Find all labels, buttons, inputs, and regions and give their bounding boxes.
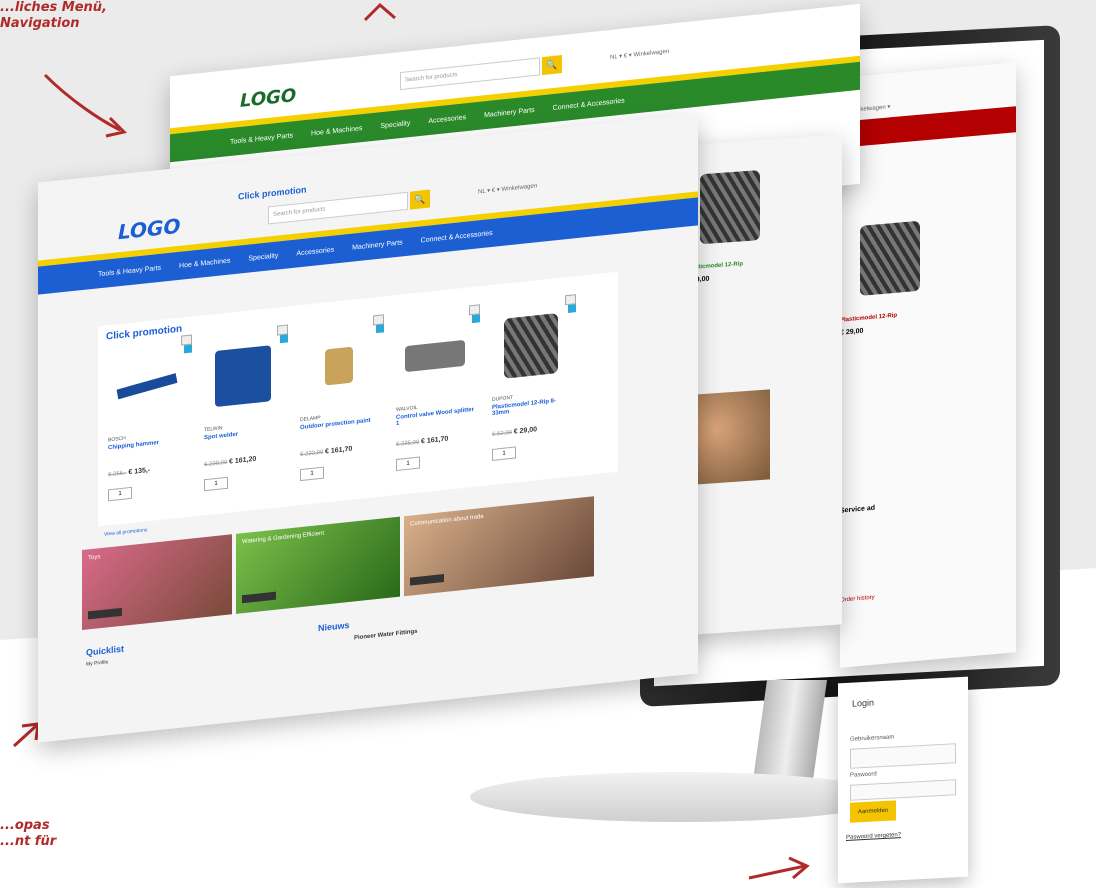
- product-price: € 52,00 € 29,00: [492, 426, 538, 438]
- quantity-stepper[interactable]: 1: [396, 456, 420, 472]
- product-card[interactable]: DELAMP Outdoor protection paint € 222,00…: [294, 314, 386, 492]
- nav-item[interactable]: Speciality: [380, 119, 410, 129]
- product-brand: DELAMP: [300, 414, 321, 424]
- view-all-link[interactable]: View all promotions: [104, 527, 147, 538]
- product-image[interactable]: [396, 317, 474, 395]
- quantity-stepper[interactable]: 1: [492, 446, 516, 461]
- product-card[interactable]: BOSCH Chipping hammer € 255,- € 135,- 1: [102, 334, 194, 512]
- nav-item[interactable]: Tools & Heavy Parts: [98, 264, 161, 278]
- logo[interactable]: LOGO: [118, 214, 180, 245]
- product-image[interactable]: [204, 337, 282, 415]
- product-image[interactable]: [492, 307, 570, 385]
- annotation-europe: ...opas ...nt für: [0, 818, 57, 849]
- banner-button[interactable]: [242, 591, 276, 604]
- product-price: € 229,00 € 161,20: [204, 455, 257, 469]
- nav-item[interactable]: Machinery Parts: [352, 239, 403, 251]
- logo[interactable]: LOGO: [240, 85, 296, 112]
- product-name[interactable]: Plasticmodel 12-Rip: [840, 313, 897, 324]
- quicklist-title: Quicklist: [86, 643, 125, 658]
- promotion-title: Click promotion: [106, 323, 183, 343]
- monitor-stand: [752, 680, 828, 780]
- nav-item[interactable]: Accessories: [296, 246, 334, 257]
- product-price: € 222,00 € 161,70: [300, 445, 353, 459]
- nav-item[interactable]: Accessories: [428, 114, 466, 125]
- product-image[interactable]: [108, 347, 186, 425]
- screen-mid: Plasticmodel 12-Rip € 29,00: [680, 134, 842, 636]
- product-price: € 225,00 € 161,70: [396, 435, 449, 449]
- nav-item[interactable]: Connect & Accessories: [421, 229, 493, 244]
- login-title: Login: [852, 697, 875, 709]
- search-input[interactable]: Search for products: [268, 191, 408, 225]
- product-brand: DUPONT: [492, 394, 514, 403]
- promotion-panel: Click promotion BOSCH Chipping hammer € …: [98, 271, 618, 527]
- arrow-icon: [363, 2, 396, 22]
- topbar[interactable]: NL ▾ € ▾ Winkelwagen: [610, 48, 669, 61]
- banner[interactable]: Toys: [82, 534, 232, 631]
- monitor-base: [470, 772, 890, 822]
- product-brand: BOSCH: [108, 435, 126, 444]
- login-button[interactable]: Aanmelden: [850, 800, 896, 823]
- product-card[interactable]: WALVOIL Control valve Wood splitter 1 € …: [390, 304, 482, 482]
- topbar[interactable]: NL ▾ € ▾ Winkelwagen: [478, 182, 537, 195]
- product-brand: WALVOIL: [396, 404, 418, 414]
- screen-red-theme: Winkelwagen ▾ Plasticmodel 12-Rip € 29,0…: [840, 62, 1016, 668]
- news-title: Nieuws: [318, 619, 350, 634]
- screen-blue-theme: Click promotion Search for products 🔍 NL…: [38, 113, 698, 743]
- quantity-stepper[interactable]: 1: [204, 476, 228, 492]
- banner[interactable]: Communication about trade: [404, 496, 594, 597]
- banner-title: Communication about trade: [410, 513, 484, 528]
- product-image: [860, 220, 920, 296]
- nav-item[interactable]: Tools & Heavy Parts: [230, 132, 293, 146]
- search-icon[interactable]: 🔍: [410, 189, 430, 210]
- product-image: [700, 170, 760, 245]
- banner-title: Toys: [88, 554, 101, 562]
- annotation-menu: ...liches Menü, Navigation: [0, 0, 107, 31]
- password-field[interactable]: [850, 779, 956, 801]
- arrow-icon: [43, 73, 127, 138]
- nav-item[interactable]: Connect & Accessories: [553, 97, 625, 112]
- password-label: Paswoord: [850, 771, 877, 779]
- news-item[interactable]: Pioneer Water Fittings: [354, 629, 417, 642]
- quicklist-item[interactable]: My Profile: [86, 659, 108, 667]
- product-card[interactable]: DUPONT Plasticmodel 12-Rip 8-33mm € 52,0…: [486, 294, 578, 472]
- arrow-icon: [748, 856, 810, 880]
- banner[interactable]: Watering & Gardening Efficient: [236, 516, 400, 614]
- order-history-link[interactable]: Order history: [840, 595, 875, 604]
- search-input[interactable]: Search for products: [400, 57, 540, 91]
- nav-bar: [840, 106, 1016, 148]
- search-icon[interactable]: 🔍: [542, 55, 562, 76]
- banner-title: Watering & Gardening Efficient: [242, 530, 325, 546]
- side-title: Service ad: [840, 504, 876, 515]
- product-card[interactable]: TELWIN Spot welder € 229,00 € 161,20 1: [198, 324, 290, 502]
- banner-button[interactable]: [410, 574, 444, 586]
- product-price: € 255,- € 135,-: [108, 466, 151, 479]
- username-field[interactable]: [850, 743, 956, 769]
- banner-button[interactable]: [88, 607, 122, 620]
- login-card: Login Gebruikersnaam Paswoord Aanmelden …: [838, 676, 968, 884]
- quantity-stepper[interactable]: 1: [300, 466, 324, 482]
- username-label: Gebruikersnaam: [850, 734, 895, 743]
- quantity-stepper[interactable]: 1: [108, 486, 132, 502]
- product-price: € 29,00: [840, 327, 864, 337]
- nav-item[interactable]: Hoe & Machines: [179, 257, 230, 269]
- product-brand: TELWIN: [204, 425, 223, 434]
- header-text: Click promotion: [238, 184, 307, 202]
- product-image[interactable]: [300, 327, 378, 405]
- nav-item[interactable]: Machinery Parts: [484, 106, 535, 118]
- forgot-password-link[interactable]: Paswoord vergeten?: [846, 832, 901, 841]
- nav-item[interactable]: Speciality: [248, 252, 278, 262]
- nav-item[interactable]: Hoe & Machines: [311, 125, 362, 137]
